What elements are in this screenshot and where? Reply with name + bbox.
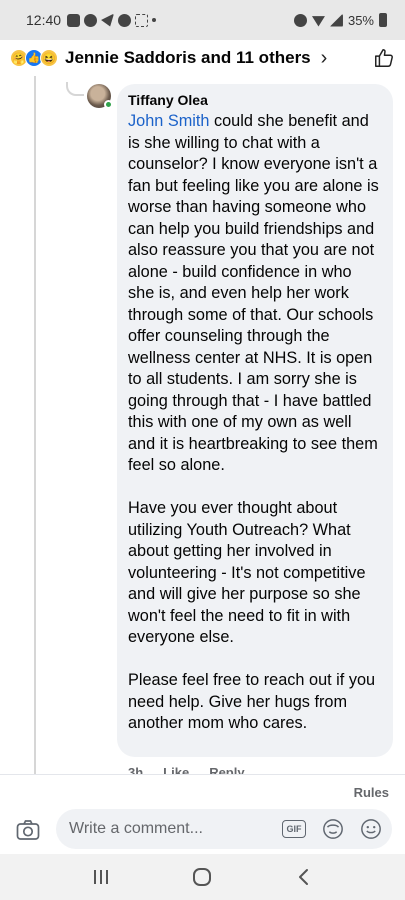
like-outline-icon[interactable] [373,47,395,69]
grid-icon [135,13,149,27]
camera-icon[interactable] [16,819,40,841]
system-icons: 35% [293,12,387,28]
comment-placeholder: Write a comment... [69,820,203,837]
avatar[interactable] [87,84,113,109]
sticker-icon[interactable] [322,818,344,840]
signal-icon [329,13,343,27]
online-status-icon [104,100,113,109]
battery-percent: 35% [347,12,374,28]
back-icon [299,869,309,885]
gif-icon[interactable]: GIF [282,820,306,838]
comment-body: could she benefit and is she willing to … [128,112,379,732]
chevron-right-icon[interactable]: › [321,47,328,70]
mention-link[interactable]: John Smith [128,112,209,130]
wifi-icon [311,16,325,27]
facebook-icon [118,13,132,27]
more-notifications-icon [152,18,157,22]
comment-text: John Smith could she benefit and is she … [128,111,382,735]
system-nav-bar [0,854,405,900]
reactions-summary[interactable]: Jennie Saddoris and 11 others [65,48,311,68]
emoji-icon[interactable] [360,818,382,840]
status-time: 12:40 [26,12,62,28]
home-icon [193,868,212,886]
alarm-icon [293,13,307,27]
comment-author[interactable]: Tiffany Olea [128,92,382,108]
recent-apps-icon [93,870,108,884]
home-button[interactable] [182,862,222,892]
reactions-header[interactable]: 🤗 👍 😆 Jennie Saddoris and 11 others › [0,40,405,76]
comment-bubble[interactable]: Tiffany Olea John Smith could she benefi… [117,84,393,757]
comment-composer: Rules Write a comment... GIF [0,774,405,854]
thread-line [34,76,36,776]
messenger-icon [84,13,98,27]
status-bar: 12:40 35% [0,0,405,40]
rules-link[interactable]: Rules [354,785,389,800]
reply-connector [66,82,84,96]
comment-input[interactable]: Write a comment... GIF [56,809,392,849]
reaction-icons: 🤗 👍 😆 [10,49,58,67]
telegram-icon [101,13,115,27]
battery-icon [379,13,387,27]
message-icon [67,13,81,27]
haha-reaction-icon: 😆 [40,49,58,67]
recent-apps-button[interactable] [81,862,121,892]
back-button[interactable] [284,862,324,892]
composer-tools: GIF [282,818,382,840]
notification-icons [67,13,157,27]
